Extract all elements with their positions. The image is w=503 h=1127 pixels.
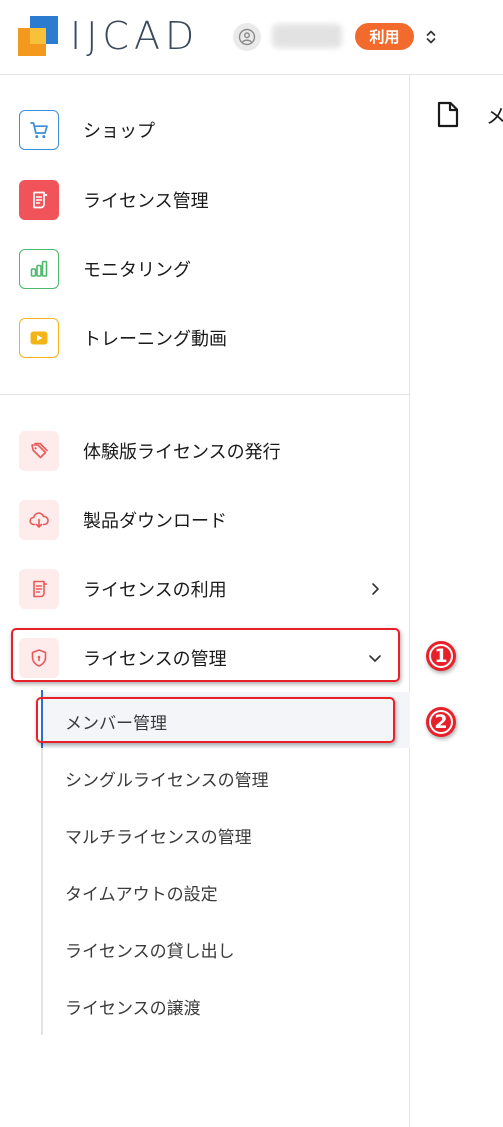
sidebar-item-label: ライセンスの利用 <box>83 580 227 601</box>
play-icon <box>19 318 59 358</box>
sidebar-item-label: トレーニング動画 <box>83 329 227 350</box>
sidebar-item-label: モニタリング <box>83 260 191 281</box>
chevron-right-icon <box>372 583 379 595</box>
document-icon <box>19 569 59 609</box>
sidebar-item-label: ショップ <box>83 121 155 142</box>
tags-icon <box>19 431 59 471</box>
cart-icon <box>19 110 59 150</box>
sidebar-item-shop[interactable]: ショップ <box>0 102 410 158</box>
sidebar-item-license-management[interactable]: ライセンス管理 <box>0 172 410 228</box>
sidebar-item-label: 製品ダウンロード <box>83 511 227 532</box>
sidebar-divider <box>0 394 410 395</box>
account-switch-icon[interactable] <box>424 28 438 46</box>
annotation-marker-1: 1 <box>426 641 456 671</box>
submenu-item-single-license[interactable]: シングルライセンスの管理 <box>65 766 269 791</box>
annotation-marker-2: 2 <box>426 707 456 737</box>
page-title: メ <box>486 104 503 128</box>
ijcad-logo <box>18 16 58 56</box>
sidebar-item-trial-license[interactable]: 体験版ライセンスの発行 <box>0 423 410 479</box>
username-redacted <box>272 24 342 48</box>
cloud-download-icon <box>19 500 59 540</box>
sidebar-item-product-download[interactable]: 製品ダウンロード <box>0 492 410 548</box>
submenu-item-multi-license[interactable]: マルチライセンスの管理 <box>65 823 252 848</box>
bar-chart-icon <box>19 249 59 289</box>
sidebar-item-label: ライセンス管理 <box>83 191 209 212</box>
annotation-box-1 <box>11 628 400 682</box>
submenu-item-timeout-settings[interactable]: タイムアウトの設定 <box>65 880 218 905</box>
sidebar-item-label: 体験版ライセンスの発行 <box>83 442 281 463</box>
submenu-item-license-lending[interactable]: ライセンスの貸し出し <box>65 937 235 962</box>
sidebar-item-license-usage[interactable]: ライセンスの利用 <box>0 561 410 617</box>
file-icon <box>437 101 459 128</box>
sidebar-item-monitoring[interactable]: モニタリング <box>0 241 410 297</box>
user-icon <box>238 28 256 46</box>
status-badge: 利用 <box>355 23 414 50</box>
document-icon <box>19 180 59 220</box>
logo-text: IJCAD <box>70 14 200 58</box>
annotation-box-2 <box>36 697 395 743</box>
submenu-item-license-transfer[interactable]: ライセンスの譲渡 <box>65 994 201 1019</box>
top-header: IJCAD 利用 <box>0 0 503 75</box>
sidebar-item-training-videos[interactable]: トレーニング動画 <box>0 310 410 366</box>
user-avatar[interactable] <box>233 23 261 51</box>
